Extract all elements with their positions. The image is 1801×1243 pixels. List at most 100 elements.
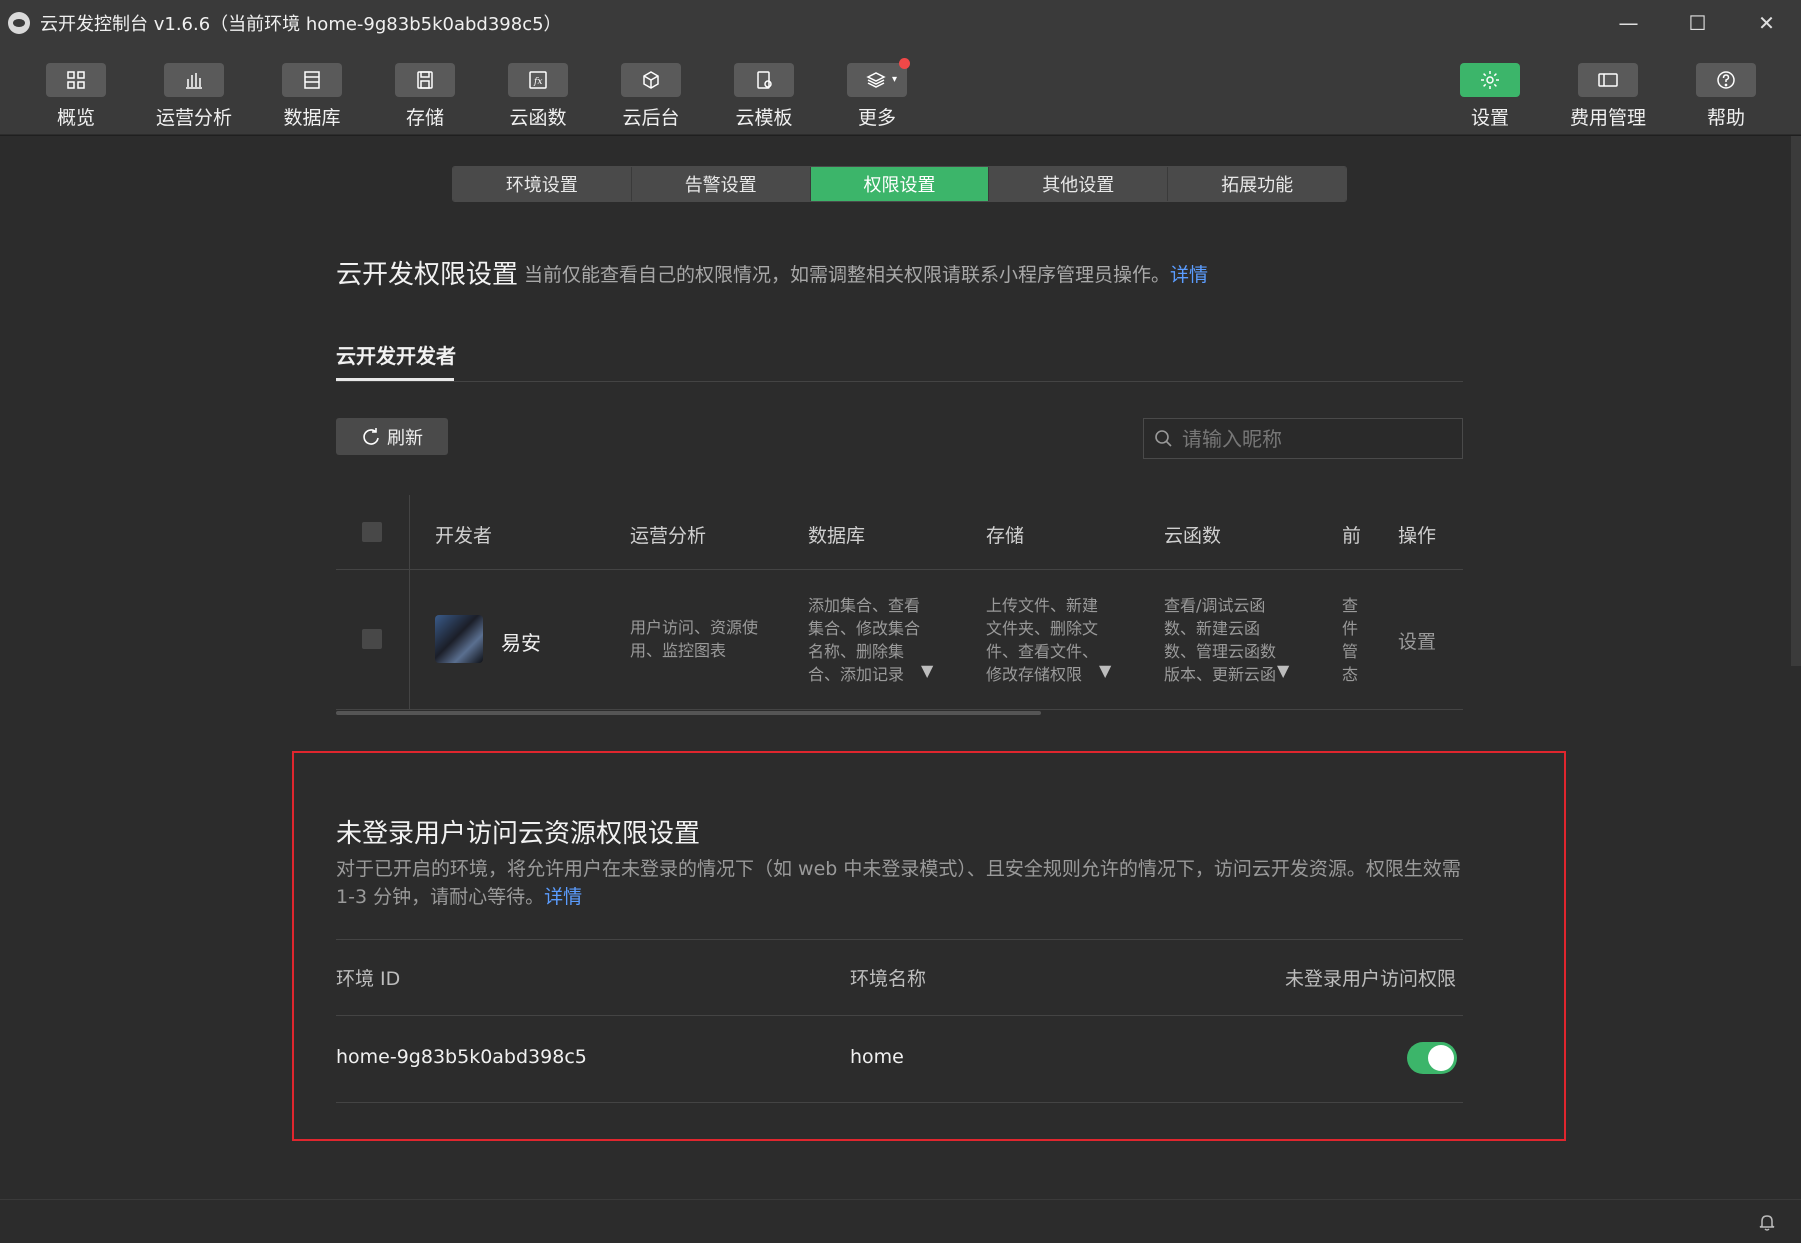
bell-icon[interactable] [1757, 1212, 1777, 1232]
front-permissions: 查件管态 [1342, 596, 1359, 684]
search-input[interactable] [1182, 426, 1442, 451]
tab-other[interactable]: 其他设置 [989, 167, 1169, 201]
horizontal-scrollbar[interactable] [336, 711, 1041, 715]
chevron-down-icon: ▾ [891, 74, 897, 85]
expand-caret-icon[interactable]: ▼ [1277, 661, 1289, 680]
page-description: 当前仅能查看自己的权限情况，如需调整相关权限请联系小程序管理员操作。详情 [524, 260, 1208, 287]
avatar [435, 615, 483, 663]
help-icon [1717, 71, 1735, 89]
settings-tabs: 环境设置 告警设置 权限设置 其他设置 拓展功能 [452, 166, 1347, 202]
subtab-developers[interactable]: 云开发开发者 [336, 340, 456, 369]
select-all-checkbox[interactable] [362, 522, 382, 542]
main-toolbar: 概览 运营分析 数据库 存储 fx 云函数 云后台 云模板 ▾ 更多 设置 费用… [0, 45, 1801, 135]
billing-icon [1598, 73, 1618, 87]
header-env-name: 环境名称 [850, 968, 927, 990]
env-id-value: home-9g83b5k0abd398c5 [336, 1046, 587, 1068]
tab-extensions[interactable]: 拓展功能 [1168, 167, 1346, 201]
column-divider [409, 570, 410, 709]
toolbar-backend[interactable]: 云后台 [601, 63, 701, 130]
toolbar-templates[interactable]: 云模板 [714, 63, 814, 130]
toolbar-label: 设置 [1470, 107, 1509, 129]
header-access: 未登录用户访问权限 [1285, 968, 1457, 990]
bar-chart-icon [186, 73, 202, 89]
highlight-box [292, 751, 1566, 1141]
search-box [1143, 418, 1463, 459]
header-database: 数据库 [808, 525, 866, 547]
description-text: 对于已开启的环境，将允许用户在未登录的情况下（如 web 中未登录模式）、且安全… [336, 858, 1461, 908]
expand-caret-icon[interactable]: ▼ [1099, 661, 1111, 680]
refresh-button[interactable]: 刷新 [336, 418, 448, 455]
window-controls: — ☐ ✕ [1594, 0, 1801, 45]
function-icon: fx [529, 71, 547, 89]
header-analytics: 运营分析 [630, 525, 707, 547]
template-icon [757, 71, 772, 89]
grid-icon [67, 71, 85, 89]
section-title: 未登录用户访问云资源权限设置 [336, 819, 701, 849]
developer-name: 易安 [501, 631, 541, 655]
toolbar-label: 概览 [56, 107, 95, 129]
header-env-id: 环境 ID [336, 968, 401, 990]
toolbar-label: 帮助 [1706, 107, 1745, 129]
cube-icon [643, 71, 659, 89]
toolbar-label: 运营分析 [155, 107, 232, 129]
database-icon [304, 71, 320, 89]
app-logo-icon [8, 11, 30, 34]
description-text: 当前仅能查看自己的权限情况，如需调整相关权限请联系小程序管理员操作。 [524, 264, 1171, 286]
toolbar-label: 数据库 [283, 107, 341, 129]
toolbar-more[interactable]: ▾ 更多 [827, 58, 927, 130]
refresh-label: 刷新 [387, 427, 423, 449]
detail-link[interactable]: 详情 [1170, 264, 1208, 286]
toolbar-help[interactable]: 帮助 [1676, 63, 1776, 130]
toolbar-billing[interactable]: 费用管理 [1558, 63, 1658, 130]
header-front: 前 [1342, 525, 1362, 547]
status-bar [0, 1199, 1801, 1243]
anon-access-toggle[interactable] [1407, 1042, 1457, 1074]
toolbar-label: 云后台 [622, 107, 680, 129]
toolbar-functions[interactable]: fx 云函数 [488, 63, 588, 130]
maximize-button[interactable]: ☐ [1663, 0, 1732, 45]
minimize-button[interactable]: — [1594, 0, 1663, 45]
toolbar-settings[interactable]: 设置 [1440, 63, 1540, 130]
table-row: 易安 用户访问、资源使用、监控图表 添加集合、查看集合、修改集合名称、删除集合、… [336, 570, 1463, 710]
svg-text:fx: fx [533, 77, 542, 87]
toolbar-label: 云函数 [509, 107, 567, 129]
detail-link[interactable]: 详情 [544, 886, 582, 908]
header-developer: 开发者 [435, 525, 493, 547]
divider [336, 1102, 1463, 1103]
analytics-permissions: 用户访问、资源使用、监控图表 [630, 618, 759, 660]
toolbar-label: 云模板 [735, 107, 793, 129]
header-storage: 存储 [986, 525, 1025, 547]
env-name-value: home [850, 1046, 904, 1068]
tab-permissions[interactable]: 权限设置 [810, 167, 990, 201]
row-checkbox[interactable] [362, 629, 382, 649]
toolbar-label: 更多 [857, 107, 896, 129]
expand-caret-icon[interactable]: ▼ [921, 661, 933, 680]
divider [336, 381, 1463, 382]
tab-environment[interactable]: 环境设置 [453, 167, 632, 201]
developer-table: 开发者 运营分析 数据库 存储 云函数 前 操作 易安 用户访问、资源使用、监控… [336, 495, 1463, 710]
gear-icon [1481, 71, 1499, 89]
tab-alerts[interactable]: 告警设置 [631, 167, 811, 201]
toolbar-analytics[interactable]: 运营分析 [144, 63, 244, 130]
vertical-scrollbar[interactable] [1791, 136, 1801, 666]
column-divider [409, 495, 410, 569]
close-button[interactable]: ✕ [1732, 0, 1801, 45]
toolbar-storage[interactable]: 存储 [375, 63, 475, 130]
toolbar-database[interactable]: 数据库 [262, 63, 362, 130]
table-header: 开发者 运营分析 数据库 存储 云函数 前 操作 [336, 495, 1463, 570]
divider [336, 1015, 1463, 1016]
toolbar-label: 存储 [405, 107, 444, 129]
settings-link[interactable]: 设置 [1398, 627, 1436, 654]
page-title: 云开发权限设置 [336, 260, 519, 290]
toolbar-label: 费用管理 [1569, 107, 1646, 129]
header-functions: 云函数 [1164, 525, 1222, 547]
divider [336, 939, 1463, 940]
section-description: 对于已开启的环境，将允许用户在未登录的情况下（如 web 中未登录模式）、且安全… [336, 855, 1466, 911]
function-permissions: 查看/调试云函数、新建云函数、管理云函数版本、更新云函数 [1164, 596, 1277, 684]
layers-icon [866, 72, 886, 88]
title-bar: 云开发控制台 v1.6.6（当前环境 home-9g83b5k0abd398c5… [0, 0, 1801, 45]
search-icon [1155, 429, 1172, 447]
window-title: 云开发控制台 v1.6.6（当前环境 home-9g83b5k0abd398c5… [40, 13, 562, 35]
toolbar-overview[interactable]: 概览 [26, 63, 126, 130]
database-permissions: 添加集合、查看集合、修改集合名称、删除集合、添加记录 [808, 596, 921, 684]
